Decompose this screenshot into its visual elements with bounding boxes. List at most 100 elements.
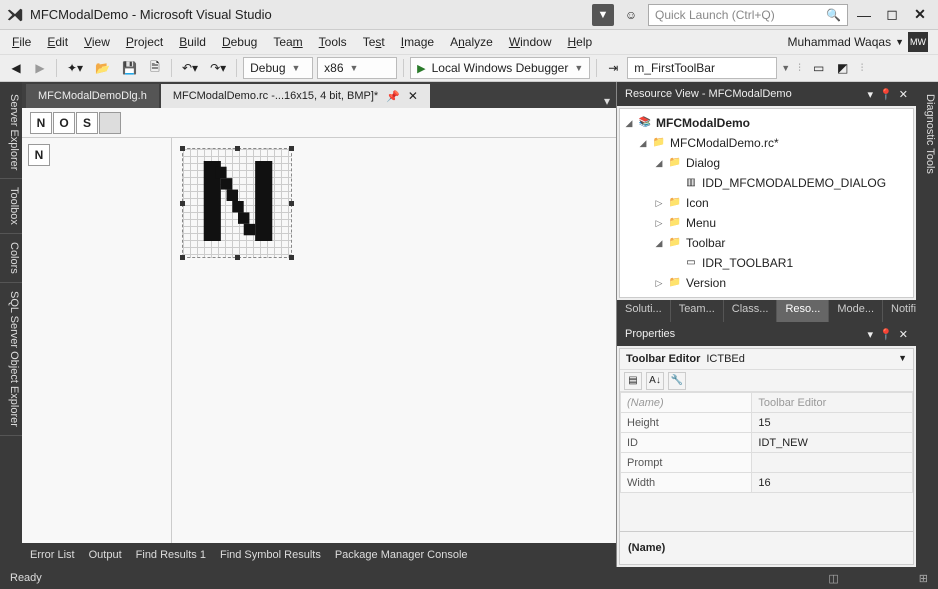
tab-output[interactable]: Output [89, 549, 122, 561]
dialog-icon: ▥ [684, 176, 698, 190]
nav-fwd-button[interactable]: ▶ [30, 58, 50, 78]
tab-solution[interactable]: Soluti... [617, 300, 671, 322]
editor-preview-col: N [22, 138, 172, 543]
folder-icon: 📁 [668, 236, 682, 250]
menu-window[interactable]: Window [501, 33, 560, 51]
folder-icon: 📁 [668, 276, 682, 290]
layout-button-2[interactable]: ◩ [833, 58, 853, 78]
tab-pkg-mgr[interactable]: Package Manager Console [335, 549, 468, 561]
title-bar: MFCModalDemo - Microsoft Visual Studio ▼… [0, 0, 938, 30]
tab-toolbox[interactable]: Toolbox [0, 179, 22, 234]
tab-diagnostic-tools[interactable]: Diagnostic Tools [916, 86, 938, 182]
close-pane-icon[interactable]: ✕ [899, 328, 908, 341]
platform-combo[interactable]: x86▼ [317, 57, 397, 79]
tab-server-explorer[interactable]: Server Explorer [0, 86, 22, 179]
tab-error-list[interactable]: Error List [30, 549, 75, 561]
undo-button[interactable]: ↶▾ [178, 58, 202, 78]
doc-tab-active[interactable]: MFCModalDemo.rc -...16x15, 4 bit, BMP]* … [161, 84, 430, 108]
wrench-icon[interactable]: 🔧 [668, 372, 686, 390]
menu-view[interactable]: View [76, 33, 118, 51]
close-button[interactable]: ✕ [908, 3, 932, 27]
close-pane-icon[interactable]: ✕ [899, 88, 908, 101]
redo-button[interactable]: ↷▾ [206, 58, 230, 78]
config-combo[interactable]: Debug▼ [243, 57, 313, 79]
resource-tree[interactable]: ◢📚MFCModalDemo ◢📁MFCModalDemo.rc* ◢📁Dial… [619, 108, 914, 298]
prop-row: IDIDT_NEW [621, 433, 913, 453]
tab-find-results[interactable]: Find Results 1 [136, 549, 206, 561]
properties-grid: Toolbar Editor ICTBEd ▼ ▤ A↓ 🔧 (Name)Too… [619, 348, 914, 565]
menu-file[interactable]: File [4, 33, 39, 51]
menu-project[interactable]: Project [118, 33, 171, 51]
right-tool-dock: Diagnostic Tools [916, 82, 938, 567]
nav-back-button[interactable]: ◀ [6, 58, 26, 78]
object-combo[interactable]: m_FirstToolBar [627, 57, 777, 79]
main-toolbar: ◀ ▶ ✦▾ 📂 💾 🗎 ↶▾ ↷▾ Debug▼ x86▼ ▶ Local W… [0, 54, 938, 82]
pin-icon[interactable]: 📍 [879, 328, 893, 341]
preview-chip[interactable]: N [28, 144, 50, 166]
quick-launch-placeholder: Quick Launch (Ctrl+Q) [655, 8, 775, 22]
properties-toolbar: ▤ A↓ 🔧 [620, 370, 913, 392]
menu-build[interactable]: Build [171, 33, 214, 51]
tab-resource[interactable]: Reso... [777, 300, 829, 322]
menu-test[interactable]: Test [355, 33, 393, 51]
pixel-canvas-area [172, 138, 616, 543]
tb-btn-n[interactable]: N [30, 112, 52, 134]
categorize-icon[interactable]: ▤ [624, 372, 642, 390]
right-panel: Resource View - MFCModalDemo ▾ 📍 ✕ ◢📚MFC… [616, 82, 916, 567]
menu-debug[interactable]: Debug [214, 33, 265, 51]
minimize-button[interactable]: — [852, 3, 876, 27]
status-icon-2[interactable]: ⊞ [919, 572, 928, 585]
status-icon-1[interactable]: ◫ [828, 572, 838, 585]
step-button[interactable]: ⇥ [603, 58, 623, 78]
work-area: Server Explorer Toolbox Colors SQL Serve… [0, 82, 938, 567]
menu-edit[interactable]: Edit [39, 33, 76, 51]
pixel-editor[interactable] [182, 148, 292, 258]
prop-row: Height15 [621, 413, 913, 433]
layout-button-1[interactable]: ▭ [809, 58, 829, 78]
quick-launch-input[interactable]: Quick Launch (Ctrl+Q) 🔍 [648, 4, 848, 26]
menu-image[interactable]: Image [393, 33, 442, 51]
tabs-overflow-icon[interactable]: ▾ [598, 94, 616, 108]
resource-view-header: Resource View - MFCModalDemo ▾ 📍 ✕ [617, 82, 916, 106]
search-icon: 🔍 [826, 8, 841, 22]
editor-region: MFCModalDemoDlg.h MFCModalDemo.rc -...16… [22, 82, 616, 567]
close-tab-icon[interactable]: ✕ [408, 89, 418, 103]
menu-team[interactable]: Team [265, 33, 310, 51]
menu-help[interactable]: Help [560, 33, 601, 51]
dropdown-icon[interactable]: ▾ [868, 328, 874, 341]
tb-btn-o[interactable]: O [53, 112, 75, 134]
save-all-button[interactable]: 🗎 [145, 58, 165, 78]
debugger-combo[interactable]: ▶ Local Windows Debugger▼ [410, 57, 590, 79]
toolbar-editor-buttons: N O S [22, 108, 616, 138]
pin-icon[interactable]: 📌 [386, 90, 400, 103]
tab-class[interactable]: Class... [724, 300, 778, 322]
tab-team[interactable]: Team... [671, 300, 724, 322]
tab-sql-explorer[interactable]: SQL Server Object Explorer [0, 283, 22, 436]
menu-tools[interactable]: Tools [311, 33, 355, 51]
properties-table[interactable]: (Name)Toolbar Editor Height15 IDIDT_NEW … [620, 392, 913, 493]
tab-colors[interactable]: Colors [0, 234, 22, 283]
folder-icon: 📁 [668, 216, 682, 230]
restore-button[interactable]: ◻ [880, 3, 904, 27]
filter-button[interactable]: ▼ [592, 4, 614, 26]
user-name[interactable]: Muhammad Waqas [787, 35, 891, 49]
properties-object-line[interactable]: Toolbar Editor ICTBEd ▼ [620, 349, 913, 370]
doc-tab-inactive[interactable]: MFCModalDemoDlg.h [26, 84, 159, 108]
folder-icon: 📁 [668, 196, 682, 210]
dropdown-icon[interactable]: ▾ [868, 88, 874, 101]
save-button[interactable]: 💾 [118, 58, 141, 78]
pin-icon[interactable]: 📍 [879, 88, 893, 101]
tb-btn-blank[interactable] [99, 112, 121, 134]
tab-model[interactable]: Mode... [829, 300, 883, 322]
menu-analyze[interactable]: Analyze [442, 33, 501, 51]
properties-header: Properties ▾ 📍 ✕ [617, 322, 916, 346]
new-project-button[interactable]: ✦▾ [63, 58, 87, 78]
open-file-button[interactable]: 📂 [91, 58, 114, 78]
user-avatar[interactable]: MW [908, 32, 928, 52]
feedback-icon[interactable]: ☺ [620, 4, 642, 26]
alpha-sort-icon[interactable]: A↓ [646, 372, 664, 390]
user-dropdown-icon[interactable]: ▼ [895, 37, 904, 47]
tab-find-symbol[interactable]: Find Symbol Results [220, 549, 321, 561]
prop-row: Prompt [621, 453, 913, 473]
tb-btn-s[interactable]: S [76, 112, 98, 134]
